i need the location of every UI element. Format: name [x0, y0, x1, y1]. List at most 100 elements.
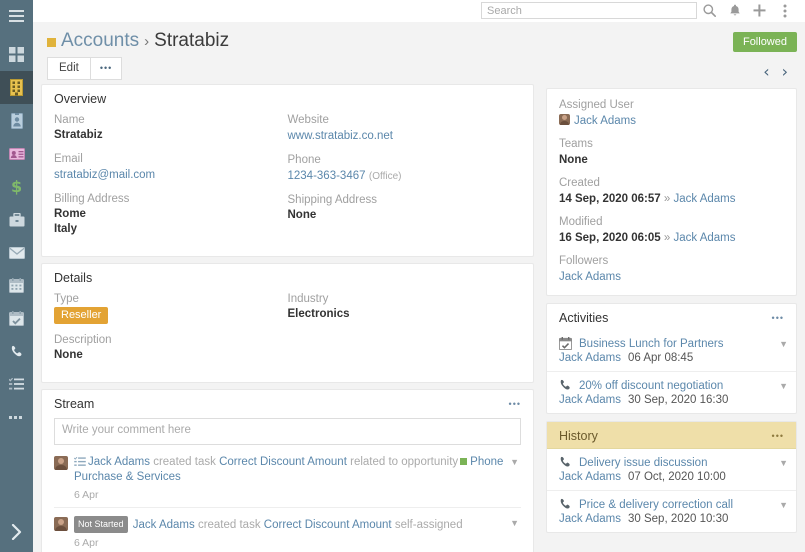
stream-item-user[interactable]: Jack Adams	[133, 519, 195, 531]
caret-down-icon[interactable]: ▼	[779, 381, 788, 391]
field-teams: Teams None	[559, 137, 784, 168]
details-left-column: Type Reseller Description None	[54, 292, 288, 372]
field-email: Email stratabiz@mail.com	[54, 152, 288, 183]
modified-by-link[interactable]: Jack Adams	[673, 232, 735, 244]
content-column: Accounts › Stratabiz Edit ••• Overview N…	[33, 22, 542, 552]
page-header-row: Accounts › Stratabiz	[41, 22, 534, 52]
more-actions-button[interactable]: •••	[90, 56, 123, 80]
svg-text:$: $	[11, 178, 22, 195]
activity-title-link[interactable]: 20% off discount negotiation	[579, 380, 723, 392]
edit-button[interactable]: Edit	[47, 56, 91, 80]
activities-panel-menu-button[interactable]: •••	[770, 313, 786, 323]
stream-panel: Stream ••• Write your comment here Jack …	[41, 389, 534, 552]
field-industry-label: Industry	[287, 293, 329, 305]
stream-panel-menu-button[interactable]: •••	[507, 399, 523, 409]
bell-icon	[729, 4, 740, 16]
activity-row: Business Lunch for Partners Jack Adams 06…	[547, 330, 796, 371]
activity-user[interactable]: Jack Adams	[559, 394, 621, 406]
search-input[interactable]	[481, 2, 697, 19]
field-type-badge: Reseller	[54, 307, 109, 324]
field-industry-value: Electronics	[287, 308, 350, 320]
field-assigned-user-label: Assigned User	[559, 99, 634, 111]
sidebar-item-emails[interactable]	[0, 236, 33, 269]
field-industry: Industry Electronics	[288, 292, 522, 322]
caret-down-icon[interactable]: ▼	[779, 500, 788, 510]
stream-comment-input[interactable]	[54, 418, 521, 445]
phone-icon	[11, 345, 21, 356]
entity-color-square-icon	[47, 38, 56, 47]
calendar-icon	[9, 278, 24, 293]
grid-squares-icon	[9, 47, 24, 62]
envelope-icon	[8, 246, 25, 259]
stream-item-entity[interactable]: Correct Discount Amount	[219, 456, 347, 468]
history-title-link[interactable]: Price & delivery correction call	[579, 499, 733, 511]
activity-title-link[interactable]: Business Lunch for Partners	[579, 338, 723, 350]
sidebar-item-leads[interactable]	[0, 137, 33, 170]
activity-user[interactable]: Jack Adams	[559, 352, 621, 364]
field-phone-value[interactable]: 1234-363-3467	[288, 170, 366, 182]
sidebar-item-calendar[interactable]	[0, 269, 33, 302]
search-button[interactable]	[697, 0, 722, 22]
history-row: Price & delivery correction call Jack Ad…	[547, 490, 796, 532]
history-user[interactable]: Jack Adams	[559, 471, 621, 483]
sidebar-item-contacts[interactable]	[0, 104, 33, 137]
created-by-link[interactable]: Jack Adams	[673, 193, 735, 205]
history-panel-menu-button[interactable]: •••	[770, 431, 786, 441]
stream-item-entity[interactable]: Correct Discount Amount	[264, 519, 392, 531]
avatar	[559, 114, 570, 125]
stream-item: Jack Adams created task Correct Discount…	[54, 447, 521, 507]
history-user[interactable]: Jack Adams	[559, 513, 621, 525]
field-name: Name Stratabiz	[54, 113, 288, 143]
field-website-value[interactable]: www.stratabiz.co.net	[288, 130, 393, 142]
notifications-button[interactable]	[722, 0, 747, 22]
field-created-label: Created	[559, 177, 600, 189]
briefcase-icon	[9, 212, 24, 226]
sidebar-expand-button[interactable]	[0, 518, 33, 546]
sidebar-item-dashboard[interactable]	[0, 38, 33, 71]
sidebar-item-cases[interactable]	[0, 203, 33, 236]
sidebar-item-meetings[interactable]	[0, 302, 33, 335]
sidebar-item-opportunities[interactable]: $	[0, 170, 33, 203]
sidebar-item-tasks[interactable]	[0, 368, 33, 401]
hamburger-menu-icon	[9, 10, 24, 22]
record-navigation: ‹ ›	[763, 64, 797, 80]
overview-panel-body: Name Stratabiz Email stratabiz@mail.com …	[42, 111, 533, 256]
hamburger-menu-button[interactable]	[0, 0, 33, 32]
field-phone: Phone 1234-363-3467 (Office)	[288, 153, 522, 184]
field-assigned-user-value: Jack Adams	[559, 113, 784, 129]
stream-item-body: Jack Adams created task Correct Discount…	[74, 455, 521, 501]
search-icon	[703, 4, 716, 17]
next-record-button[interactable]: ›	[782, 64, 788, 80]
breadcrumb-separator: ›	[144, 32, 150, 50]
field-billing-address-country: Italy	[54, 223, 78, 235]
field-website-label: Website	[287, 114, 329, 126]
action-toolbar: Edit •••	[41, 52, 534, 84]
stream-item-message: Not Started Jack Adams created task Corr…	[74, 516, 505, 533]
details-panel-header: Details	[42, 264, 533, 290]
follower-link[interactable]: Jack Adams	[559, 271, 621, 283]
stream-item-relation: related to opportunity	[350, 456, 459, 468]
calendar-check-icon	[9, 311, 24, 326]
caret-down-icon[interactable]: ▼	[510, 457, 519, 467]
caret-down-icon[interactable]: ▼	[510, 518, 519, 528]
main-wrapper: Accounts › Stratabiz Edit ••• Overview	[33, 0, 805, 552]
history-title-link[interactable]: Delivery issue discussion	[579, 457, 707, 469]
followed-button[interactable]: Followed	[732, 32, 797, 52]
sidebar-item-more[interactable]	[0, 401, 33, 434]
field-name-value: Stratabiz	[54, 129, 103, 141]
caret-down-icon[interactable]: ▼	[779, 339, 788, 349]
breadcrumb-link-accounts[interactable]: Accounts	[61, 30, 139, 52]
create-button[interactable]	[747, 0, 772, 22]
sidebar-item-accounts[interactable]	[0, 71, 33, 104]
assigned-user-link[interactable]: Jack Adams	[574, 115, 636, 127]
caret-down-icon[interactable]: ▼	[779, 458, 788, 468]
overflow-menu-button[interactable]	[772, 0, 797, 22]
history-title-line: Delivery issue discussion	[559, 456, 784, 469]
phone-icon	[560, 379, 570, 390]
activity-datetime: 06 Apr 08:45	[628, 352, 694, 364]
previous-record-button[interactable]: ‹	[763, 64, 769, 80]
sidebar-item-calls[interactable]	[0, 335, 33, 368]
field-teams-label: Teams	[559, 138, 593, 150]
stream-item-user[interactable]: Jack Adams	[88, 456, 150, 468]
field-email-value[interactable]: stratabiz@mail.com	[54, 169, 155, 181]
